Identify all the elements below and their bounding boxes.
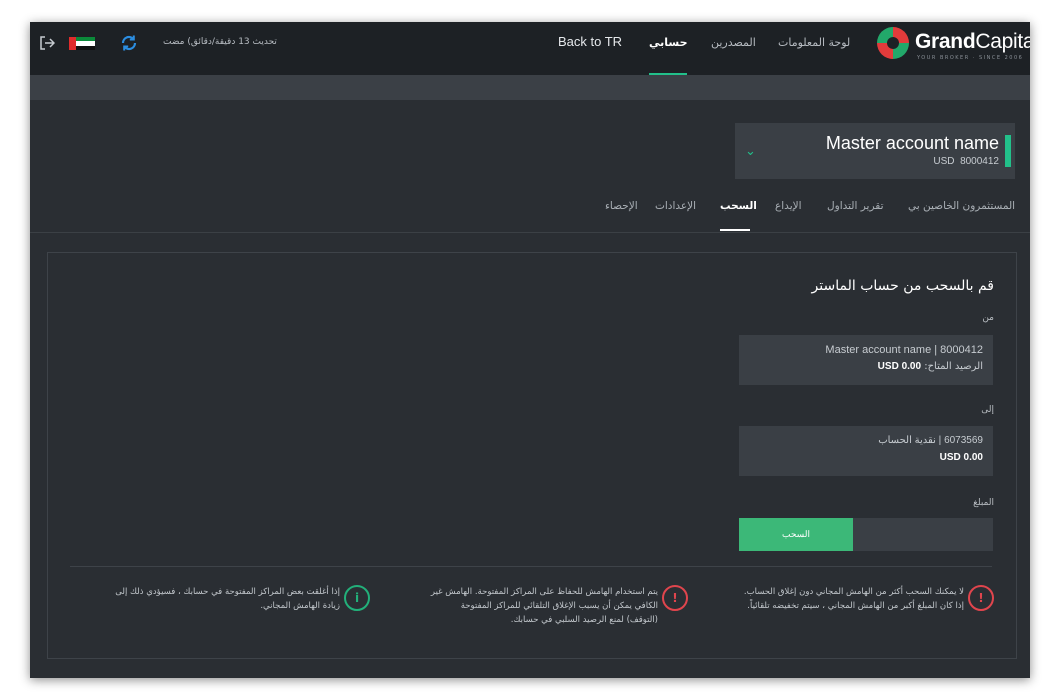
nav-providers[interactable]: المصدرين <box>711 36 756 49</box>
sub-bar <box>30 75 1030 100</box>
from-balance: الرصيد المتاح: USD 0.00 <box>877 361 983 372</box>
note-close-positions: i إذا أغلقت بعض المراكز المفتوحة في حساب… <box>78 583 370 643</box>
note-margin-usage: ! يتم استخدام الهامش للحفاظ على المراكز … <box>388 583 688 643</box>
brand-logo[interactable]: GrandCapital YOUR BROKER · SINCE 2006 <box>865 24 1030 68</box>
account-tabs: المستثمرون الخاصين بي تقرير التداول الإي… <box>30 190 1030 233</box>
warning-icon: ! <box>968 585 994 611</box>
from-label: من <box>982 313 994 323</box>
brand-tagline: YOUR BROKER · SINCE 2006 <box>917 55 1024 61</box>
from-account-text: Master account name | 8000412 <box>825 344 983 356</box>
tab-settings[interactable]: الإعدادات <box>655 200 696 212</box>
nav-my-account[interactable]: حسابي <box>649 36 688 49</box>
amount-label: المبلغ <box>973 498 994 508</box>
uae-flag-icon[interactable] <box>69 37 95 50</box>
warning-icon: ! <box>662 585 688 611</box>
tab-deposit[interactable]: الإيداع <box>775 200 802 212</box>
from-account-box[interactable]: Master account name | 8000412 الرصيد الم… <box>739 335 993 385</box>
withdraw-panel: قم بالسحب من حساب الماستر من Master acco… <box>47 252 1017 659</box>
top-bar: GrandCapital YOUR BROKER · SINCE 2006 لو… <box>30 22 1030 75</box>
account-selector[interactable]: ⌄ Master account name USD 8000412 <box>735 123 1015 179</box>
tab-trading-report[interactable]: تقرير التداول <box>827 200 884 212</box>
exit-icon[interactable] <box>39 35 55 51</box>
tab-my-investors[interactable]: المستثمرون الخاصين بي <box>908 200 1015 212</box>
note-text: إذا أغلقت بعض المراكز المفتوحة في حسابك … <box>115 587 340 611</box>
note-text: لا يمكنك السحب أكثر من الهامش المجاني دو… <box>743 587 964 611</box>
account-name: Master account name <box>825 133 999 153</box>
back-to-tr-link[interactable]: Back to TR <box>558 34 622 49</box>
divider <box>70 566 992 567</box>
refresh-icon[interactable] <box>120 34 138 52</box>
note-free-margin-limit: ! لا يمكنك السحب أكثر من الهامش المجاني … <box>686 583 994 643</box>
account-color-bar <box>1005 135 1011 167</box>
note-text: يتم استخدام الهامش للحفاظ على المراكز ال… <box>430 587 658 625</box>
chevron-down-icon[interactable]: ⌄ <box>745 144 756 159</box>
update-status: تحديث 13 دقيقة/دقائق) مضت <box>163 37 277 47</box>
to-balance: USD 0.00 <box>939 452 983 463</box>
amount-field[interactable]: السحب <box>739 518 993 551</box>
to-label: إلى <box>981 405 994 415</box>
nav-dashboard[interactable]: لوحة المعلومات <box>778 36 850 49</box>
app-window: GrandCapital YOUR BROKER · SINCE 2006 لو… <box>30 22 1030 678</box>
withdraw-title: قم بالسحب من حساب الماستر <box>811 278 994 294</box>
account-meta: USD 8000412 <box>933 156 999 167</box>
logo-mark-icon <box>877 27 909 59</box>
info-icon: i <box>344 585 370 611</box>
tab-withdraw[interactable]: السحب <box>720 200 757 212</box>
to-account-box[interactable]: 6073569 | نقدية الحساب USD 0.00 <box>739 426 993 476</box>
tab-statistics[interactable]: الإحصاء <box>605 200 638 212</box>
to-account-text: 6073569 | نقدية الحساب <box>878 435 983 446</box>
tab-active-indicator <box>720 229 750 231</box>
withdraw-button[interactable]: السحب <box>739 518 853 551</box>
brand-name: GrandCapital <box>915 30 1030 53</box>
